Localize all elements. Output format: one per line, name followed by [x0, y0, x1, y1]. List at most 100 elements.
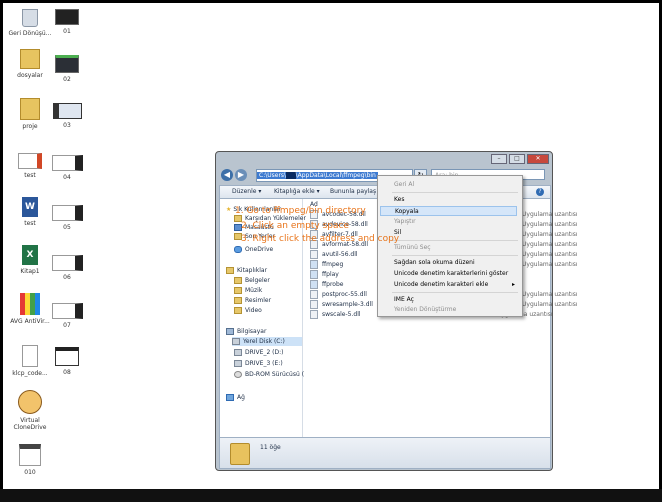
details-pane: 11 öğe: [219, 437, 551, 469]
desktop-icon-01[interactable]: 01: [44, 7, 90, 35]
dll-file-icon: [310, 290, 318, 299]
nav-pictures[interactable]: Resimler: [234, 296, 271, 305]
file-type: Uygulama uzantısı: [522, 261, 578, 268]
menu-show-unicode-control[interactable]: Unicode denetim karakterlerini göster: [394, 269, 508, 279]
forward-button[interactable]: ▶: [235, 169, 247, 181]
menu-paste[interactable]: Yapıştır: [394, 217, 416, 227]
add-to-library-button[interactable]: Kitaplığa ekle ▾: [274, 186, 320, 198]
desktop-icon-label: 08: [63, 369, 71, 376]
dll-file-icon: [310, 250, 318, 259]
file-row[interactable]: avutil-56.dll: [310, 250, 358, 260]
context-menu: Geri Al Kes Kopyala Yapıştır Sil Tümünü …: [377, 175, 523, 317]
menu-copy[interactable]: Kopyala: [380, 206, 517, 216]
file-type: Uygulama uzantısı: [522, 231, 578, 238]
desktop-icon-010[interactable]: 010: [7, 444, 53, 476]
nav-onedrive[interactable]: OneDrive: [234, 245, 273, 254]
menu-undo[interactable]: Geri Al: [394, 180, 414, 190]
desktop-icon-04[interactable]: 04: [44, 153, 90, 181]
desktop-icon-label: 07: [63, 322, 71, 329]
close-button[interactable]: ✕: [527, 154, 549, 164]
image-thumbnail-icon: [51, 205, 83, 221]
desktop: Geri Dönüşü... dosyalar proje test W tes…: [3, 3, 659, 489]
help-icon[interactable]: ?: [536, 188, 544, 196]
caption-buttons: – □ ✕: [489, 154, 549, 164]
nav-bdrom[interactable]: BD-ROM Sürücüsü (: [234, 370, 304, 379]
file-row[interactable]: swresample-3.dll: [310, 300, 373, 310]
disc-icon: [234, 371, 242, 378]
nav-label: Belgeler: [245, 277, 270, 284]
file-type: Uygulama uzantısı: [522, 301, 578, 308]
desktop-icon-08[interactable]: 08: [44, 345, 90, 376]
desktop-icon-label: 03: [63, 122, 71, 129]
nav-music[interactable]: Müzik: [234, 286, 262, 295]
exe-file-icon: [310, 280, 318, 289]
nav-drive3[interactable]: DRIVE_3 (E:): [234, 359, 283, 368]
file-type: Uygulama uzantısı: [522, 291, 578, 298]
address-text[interactable]: C:\Users\ \AppData\Local\ffmpeg\bin: [257, 172, 378, 179]
file-type: Uygulama uzantısı: [522, 221, 578, 228]
nav-drive2[interactable]: DRIVE_2 (D:): [234, 348, 284, 357]
desktop-icon-07[interactable]: 07: [44, 301, 90, 329]
file-type: Uygulama uzantısı: [522, 241, 578, 248]
computer-icon: [226, 328, 234, 335]
videos-icon: [234, 307, 242, 314]
recycle-bin-icon: [22, 9, 38, 27]
menu-separator: [392, 255, 518, 256]
image-thumbnail-icon: [55, 55, 79, 73]
nav-label: Bilgisayar: [237, 328, 267, 335]
desktop-icon-label: 02: [63, 76, 71, 83]
organize-button[interactable]: Düzenle ▾: [232, 186, 261, 198]
image-thumbnail-icon: [51, 255, 83, 271]
desktop-icon-label: 01: [63, 28, 71, 35]
desktop-icon-03[interactable]: 03: [44, 101, 90, 129]
file-name: swscale-5.dll: [322, 311, 361, 318]
file-name: avutil-56.dll: [322, 251, 358, 258]
menu-select-all[interactable]: Tümünü Seç: [394, 243, 431, 253]
menu-rtl-reading-order[interactable]: Sağdan sola okuma düzeni: [394, 258, 475, 268]
nav-videos[interactable]: Video: [234, 306, 262, 315]
back-button[interactable]: ◀: [221, 169, 233, 181]
address-start: C:\Users\: [259, 172, 287, 179]
file-row[interactable]: swscale-5.dll: [310, 310, 361, 320]
file-type: Uygulama uzantısı: [522, 251, 578, 258]
folder-icon: [20, 98, 40, 120]
excel-icon: X: [22, 245, 38, 265]
image-thumbnail-icon: [52, 103, 82, 119]
annotation-step-1: 1. Go to ffmpeg/bin directory: [235, 206, 366, 216]
file-name: ffplay: [322, 271, 339, 278]
desktop-icon-label: Virtual CloneDrive: [13, 417, 47, 431]
file-type: Uygulama uzantısı: [522, 211, 578, 218]
maximize-button[interactable]: □: [509, 154, 525, 164]
annotation-step-2: 2. Click an empty space: [241, 221, 349, 231]
menu-cut[interactable]: Kes: [394, 195, 404, 205]
file-row[interactable]: postproc-55.dll: [310, 290, 367, 300]
desktop-icon-virtual-clonedrive[interactable]: Virtual CloneDrive: [7, 390, 53, 431]
nav-label: Müzik: [245, 287, 263, 294]
dll-file-icon: [310, 310, 318, 319]
nav-label: Ağ: [237, 394, 245, 401]
file-row[interactable]: ffplay: [310, 270, 339, 280]
minimize-button[interactable]: –: [491, 154, 507, 164]
folder-icon: [230, 443, 250, 465]
desktop-icon-02[interactable]: 02: [44, 53, 90, 83]
desktop-icon-06[interactable]: 06: [44, 253, 90, 281]
file-row[interactable]: ffprobe: [310, 280, 343, 290]
menu-reconversion[interactable]: Yeniden Dönüştürme: [394, 305, 456, 315]
share-button[interactable]: Bununla paylaş ▾: [330, 186, 381, 198]
menu-ime-open[interactable]: IME Aç: [394, 295, 414, 305]
file-row[interactable]: ffmpeg: [310, 260, 343, 270]
nav-documents[interactable]: Belgeler: [234, 276, 270, 285]
menu-insert-unicode-control[interactable]: Unicode denetim karakteri ekle: [394, 280, 488, 290]
file-icon: [22, 345, 38, 367]
menu-separator: [392, 240, 518, 241]
desktop-icon-05[interactable]: 05: [44, 203, 90, 231]
menu-separator: [392, 292, 518, 293]
desktop-icon-label: 04: [63, 174, 71, 181]
nav-libraries[interactable]: Kitaplıklar: [226, 266, 267, 275]
nav-computer[interactable]: Bilgisayar: [226, 327, 266, 336]
word-icon: W: [22, 197, 38, 217]
nav-label: Yerel Disk (C:): [243, 338, 285, 345]
nav-network[interactable]: Ağ: [226, 393, 245, 402]
menu-separator: [392, 192, 518, 193]
nav-local-disk[interactable]: Yerel Disk (C:): [232, 337, 302, 346]
